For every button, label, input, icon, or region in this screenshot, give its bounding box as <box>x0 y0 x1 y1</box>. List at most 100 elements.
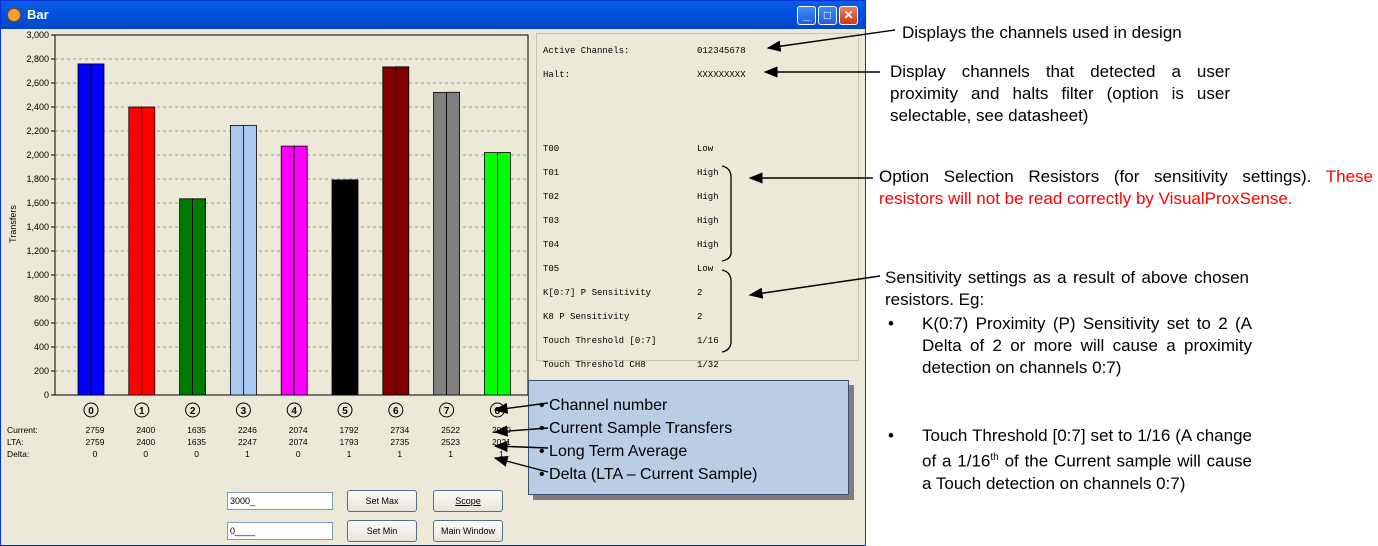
legend-item: • Long Term Average <box>539 443 688 460</box>
resistor-value: High <box>697 192 719 202</box>
set-max-button[interactable]: Set Max <box>347 490 417 512</box>
y-tick-label: 400 <box>34 342 49 352</box>
resistor-value: High <box>697 216 719 226</box>
resistor-value: Low <box>697 144 714 154</box>
info-panel: Active Channels: 012345678 Halt: XXXXXXX… <box>536 33 859 370</box>
main-window-button[interactable]: Main Window <box>433 520 503 542</box>
current-label: Current: <box>7 425 38 435</box>
y-axis-ticks: 0 200 400 600 800 1,000 1,200 1,400 1,600 1,800 2,… <box>26 30 55 400</box>
y-tick-label: 2,000 <box>26 150 49 160</box>
delta-value: 0 <box>143 449 148 459</box>
bar-current <box>382 66 397 396</box>
window-title: Bar <box>27 7 49 22</box>
lta-value: 2247 <box>238 437 257 447</box>
y-tick-label: 600 <box>34 318 49 328</box>
current-value: 2020 <box>492 425 511 435</box>
bar-lta <box>344 179 359 396</box>
active-channels-value: 012345678 <box>697 46 746 56</box>
channel-numbers: 0 1 2 3 4 5 6 7 8 <box>83 402 505 418</box>
setting-value: 2 <box>697 312 703 322</box>
channel-number: 4 <box>291 406 297 417</box>
bar-current <box>483 152 498 396</box>
lta-value: 2523 <box>441 437 460 447</box>
bar-current <box>331 179 346 396</box>
bar-current <box>280 145 295 396</box>
setting-label: K8 P Sensitivity <box>543 312 630 322</box>
legend-text: Current Sample Transfers <box>549 420 733 437</box>
halt-label: Halt: <box>543 70 571 80</box>
bar-lta <box>446 91 461 396</box>
y-tick-label: 200 <box>34 366 49 376</box>
title-bar[interactable]: Bar _ □ ✕ <box>1 1 865 29</box>
y-tick-label: 0 <box>44 390 49 400</box>
resistor-value: Low <box>697 264 714 274</box>
bar-current <box>179 198 194 396</box>
bar-current <box>128 106 143 396</box>
delta-value: 1 <box>245 449 250 459</box>
annotation-bullet-2: • Touch Threshold [0:7] set to 1/16 (A c… <box>888 426 1252 493</box>
resistor-label: T01 <box>543 168 560 178</box>
y-tick-label: 1,400 <box>26 222 49 232</box>
delta-value: 0 <box>93 449 98 459</box>
setting-value: 2 <box>697 288 703 298</box>
halt-value: XXXXXXXXX <box>697 70 746 80</box>
current-value: 2734 <box>390 425 409 435</box>
channel-number: 7 <box>444 406 450 417</box>
bar-current <box>433 91 448 396</box>
current-value: 2246 <box>238 425 257 435</box>
current-value: 2522 <box>441 425 460 435</box>
lta-label: LTA: <box>7 437 24 447</box>
bar-lta <box>496 152 511 396</box>
y-tick-label: 1,600 <box>26 198 49 208</box>
lta-value: 2400 <box>136 437 155 447</box>
annotation-channels: Displays the channels used in design <box>902 23 1182 42</box>
stats-table: 2759 2759 0 2400 2400 0 1635 1635 0 2246 2247 1 2074… <box>7 425 511 459</box>
annotation-option: Option Selection Resistors (for sensitiv… <box>879 166 1373 210</box>
minimize-button[interactable]: _ <box>797 6 816 25</box>
lta-value: 2021 <box>492 437 511 447</box>
annotation-bullet-1: • K(0:7) Proximity (P) Sensitivity set t… <box>888 314 1252 377</box>
bar-current <box>77 63 92 396</box>
current-value: 1635 <box>187 425 206 435</box>
resistor-label: T03 <box>543 216 560 226</box>
legend-item: • Current Sample Transfers <box>539 420 733 437</box>
legend-text: Delta (LTA – Current Sample) <box>549 466 758 483</box>
set-min-button[interactable]: Set Min <box>347 520 417 542</box>
bar-lta <box>192 198 207 396</box>
y-tick-label: 2,600 <box>26 78 49 88</box>
legend-box: • Channel number • Current Sample Transf… <box>528 380 849 495</box>
delta-label: Delta: <box>7 449 29 459</box>
lta-value: 2759 <box>86 437 105 447</box>
delta-value: 1 <box>448 449 453 459</box>
lta-value: 2735 <box>390 437 409 447</box>
bar-lta <box>242 124 257 396</box>
bullet-2-sup: th <box>990 452 999 463</box>
min-input[interactable]: 0____ <box>227 522 333 540</box>
scope-button[interactable]: Scope <box>433 490 503 512</box>
resistor-value: High <box>697 240 719 250</box>
legend-item: • Channel number <box>539 397 668 414</box>
channel-number: 2 <box>190 406 196 417</box>
current-value: 2400 <box>136 425 155 435</box>
y-tick-label: 2,800 <box>26 54 49 64</box>
lta-value: 1793 <box>340 437 359 447</box>
setting-label: Touch Threshold CH8 <box>543 360 646 370</box>
setting-value: 1/16 <box>697 336 719 346</box>
setting-label: K[0:7] P Sensitivity <box>543 288 652 298</box>
annotation-sensitivity: Sensitivity settings as a result of abov… <box>885 268 1249 309</box>
channel-number: 8 <box>495 406 501 417</box>
maximize-button[interactable]: □ <box>818 6 837 25</box>
current-value: 2074 <box>289 425 308 435</box>
legend-text: Channel number <box>549 397 668 414</box>
y-tick-label: 800 <box>34 294 49 304</box>
max-input[interactable]: 3000_ <box>227 492 333 510</box>
y-tick-label: 3,000 <box>26 30 49 40</box>
bar-lta <box>395 66 410 396</box>
resistor-label: T05 <box>543 264 560 274</box>
y-tick-label: 2,200 <box>26 126 49 136</box>
delta-value: 1 <box>397 449 402 459</box>
close-button[interactable]: ✕ <box>839 6 858 25</box>
delta-value: 0 <box>194 449 199 459</box>
bar-lta <box>293 145 308 396</box>
bullet-1-text: K(0:7) Proximity (P) Sensitivity set to … <box>922 314 1252 377</box>
